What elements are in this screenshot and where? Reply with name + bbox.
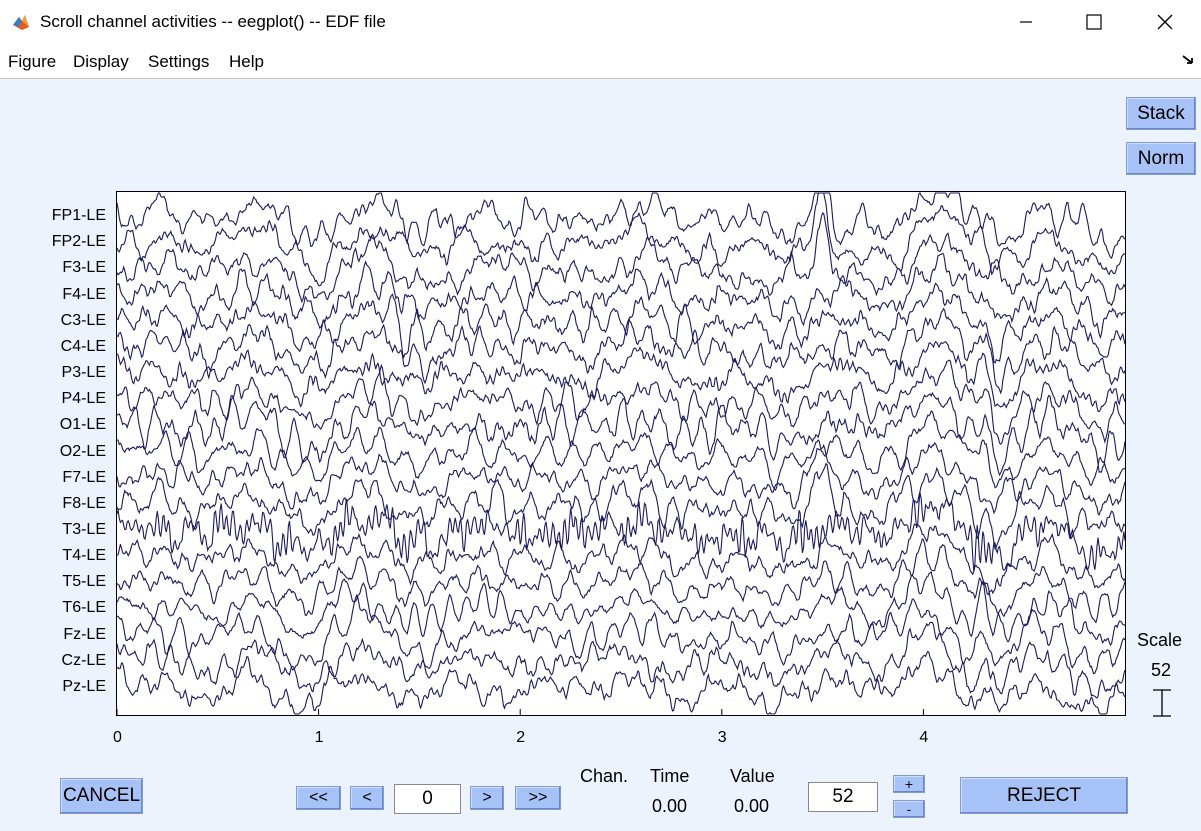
title-bar: Scroll channel activities -- eegplot() -…	[0, 0, 1201, 44]
eeg-trace-c3-le	[116, 282, 1126, 364]
channel-label: C3-LE	[60, 311, 106, 329]
channel-label: P3-LE	[61, 364, 106, 382]
maximize-button[interactable]	[1071, 0, 1117, 44]
channel-label: P4-LE	[61, 390, 106, 408]
channel-label: C4-LE	[60, 337, 106, 355]
close-icon	[1157, 14, 1173, 30]
eeg-trace-c4-le	[116, 307, 1126, 395]
minimize-icon	[1020, 21, 1032, 23]
time-label: Time	[650, 766, 690, 786]
eeg-trace-f3-le	[116, 212, 1126, 307]
eeg-trace-p3-le	[116, 340, 1126, 413]
last-page-button[interactable]: >>	[515, 786, 561, 810]
matlab-icon	[13, 15, 29, 30]
minimize-button[interactable]	[1003, 0, 1049, 44]
menu-figure[interactable]: Figure	[8, 52, 56, 72]
channel-label: O1-LE	[59, 416, 106, 434]
scale-minus-button[interactable]: -	[893, 800, 925, 818]
channel-label: F4-LE	[62, 285, 106, 303]
menu-settings[interactable]: Settings	[148, 52, 209, 72]
channel-label: T5-LE	[62, 573, 106, 591]
channel-label: FP2-LE	[51, 233, 106, 251]
stack-button[interactable]: Stack	[1126, 97, 1196, 130]
eeg-trace-pz-le	[116, 650, 1126, 715]
x-tick-label: 2	[516, 729, 526, 746]
channel-label: T4-LE	[62, 547, 106, 565]
eeg-trace-cz-le	[116, 621, 1126, 699]
channel-label: Cz-LE	[61, 651, 106, 669]
scale-label: Scale	[1137, 630, 1183, 650]
first-page-button[interactable]: <<	[296, 786, 341, 810]
reject-button[interactable]: REJECT	[960, 777, 1128, 814]
scale-plus-button[interactable]: +	[893, 775, 925, 793]
time-value: 0.00	[652, 796, 688, 816]
prev-page-button[interactable]: <	[350, 786, 384, 810]
scale-value: 52	[1151, 660, 1172, 680]
eeg-trace-fz-le	[116, 594, 1126, 675]
eeg-trace-t4-le	[116, 523, 1126, 596]
value-value: 0.00	[734, 796, 770, 816]
channel-label: F3-LE	[62, 259, 106, 277]
eeg-trace-t6-le	[116, 570, 1126, 647]
x-tick-label: 3	[717, 729, 727, 746]
channel-label: F8-LE	[62, 494, 106, 512]
menu-bar: Figure Display Settings Help	[0, 44, 1201, 79]
x-tick-label: 1	[314, 729, 324, 746]
x-tick-label: 0	[113, 729, 122, 746]
position-input[interactable]: 0	[394, 784, 461, 814]
eeg-trace-t3-le	[116, 492, 1126, 572]
next-page-button[interactable]: >	[470, 786, 504, 810]
eeg-trace-t5-le	[116, 538, 1126, 624]
window-title: Scroll channel activities -- eegplot() -…	[40, 12, 386, 31]
channel-label: F7-LE	[62, 468, 106, 486]
channel-label: O2-LE	[59, 442, 106, 460]
channel-label: T6-LE	[62, 599, 106, 617]
cancel-button[interactable]: CANCEL	[60, 778, 143, 814]
norm-button[interactable]: Norm	[1126, 142, 1196, 175]
channel-label: T3-LE	[62, 520, 106, 538]
dock-arrow-icon[interactable]	[1181, 54, 1195, 66]
x-tick-label: 4	[919, 729, 929, 746]
value-label: Value	[730, 766, 775, 786]
menu-display[interactable]: Display	[73, 52, 129, 72]
maximize-icon	[1086, 14, 1102, 30]
scale-input[interactable]: 52	[808, 782, 878, 812]
channel-label: FP1-LE	[51, 207, 106, 225]
chan-label: Chan.	[580, 766, 629, 786]
menu-help[interactable]: Help	[229, 52, 264, 72]
scale-bar-icon	[1153, 689, 1171, 717]
channel-label: Fz-LE	[63, 625, 106, 643]
eeg-traces	[116, 192, 1126, 715]
close-button[interactable]	[1142, 0, 1188, 44]
eeg-plot[interactable]	[116, 191, 1126, 716]
eeg-trace-f7-le	[116, 441, 1126, 516]
channel-label: Pz-LE	[62, 677, 106, 695]
